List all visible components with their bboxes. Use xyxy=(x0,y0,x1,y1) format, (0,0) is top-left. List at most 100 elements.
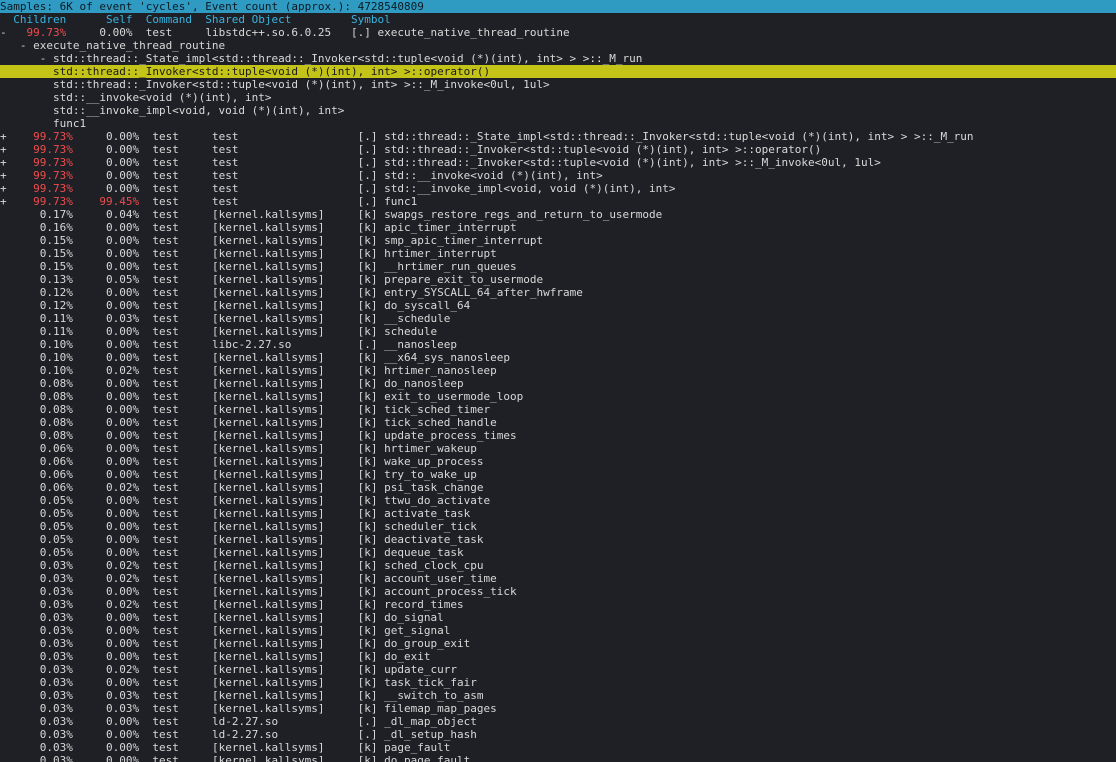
symbol: [k] prepare_exit_to_usermode xyxy=(357,273,544,286)
column-header: Children Self Command Shared Object Symb… xyxy=(0,13,391,26)
symbol-row[interactable]: 0.03% 0.00% test [kernel.kallsyms] [k] d… xyxy=(0,650,1116,663)
symbol-row[interactable]: 0.06% 0.00% test [kernel.kallsyms] [k] w… xyxy=(0,455,1116,468)
symbol-row[interactable]: 0.05% 0.00% test [kernel.kallsyms] [k] t… xyxy=(0,494,1116,507)
expand-marker xyxy=(0,533,13,546)
shared-object: [kernel.kallsyms] xyxy=(211,637,358,650)
command: test xyxy=(139,351,212,364)
self-percent: 0.00% xyxy=(72,741,140,754)
symbol-row[interactable]: 0.06% 0.00% test [kernel.kallsyms] [k] h… xyxy=(0,442,1116,455)
symbol-row[interactable]: 0.03% 0.03% test [kernel.kallsyms] [k] f… xyxy=(0,702,1116,715)
symbol-row[interactable]: 0.12% 0.00% test [kernel.kallsyms] [k] d… xyxy=(0,299,1116,312)
symbol-row[interactable]: 0.08% 0.00% test [kernel.kallsyms] [k] u… xyxy=(0,429,1116,442)
call-tree-line[interactable]: std::__invoke_impl<void, void (*)(int), … xyxy=(0,104,1116,117)
command: test xyxy=(139,208,212,221)
symbol-row[interactable]: 0.08% 0.00% test [kernel.kallsyms] [k] t… xyxy=(0,416,1116,429)
expand-marker xyxy=(0,416,13,429)
symbol: [.] std::thread::_State_impl<std::thread… xyxy=(357,130,974,143)
self-percent: 0.00% xyxy=(72,325,140,338)
shared-object: [kernel.kallsyms] xyxy=(211,312,358,325)
self-percent: 0.00% xyxy=(72,221,140,234)
symbol-row[interactable]: 0.05% 0.00% test [kernel.kallsyms] [k] s… xyxy=(0,520,1116,533)
call-tree-line-selected[interactable]: std::thread::_Invoker<std::tuple<void (*… xyxy=(0,65,1116,78)
symbol-row[interactable]: 0.13% 0.05% test [kernel.kallsyms] [k] p… xyxy=(0,273,1116,286)
expand-marker xyxy=(0,377,13,390)
expand-marker: - xyxy=(0,26,27,39)
symbol: [k] wake_up_process xyxy=(357,455,484,468)
symbol-row[interactable]: 0.03% 0.00% test ld-2.27.so [.] _dl_setu… xyxy=(0,728,1116,741)
call-tree-line[interactable]: std::thread::_Invoker<std::tuple<void (*… xyxy=(0,78,1116,91)
symbol-row[interactable]: 0.03% 0.03% test [kernel.kallsyms] [k] _… xyxy=(0,689,1116,702)
symbol-row[interactable]: 0.06% 0.02% test [kernel.kallsyms] [k] p… xyxy=(0,481,1116,494)
command: test xyxy=(139,377,212,390)
shared-object: [kernel.kallsyms] xyxy=(211,598,358,611)
shared-object: test xyxy=(211,143,358,156)
children-percent: 99.73% xyxy=(13,130,73,143)
symbol-row[interactable]: + 99.73% 0.00% test test [.] std::thread… xyxy=(0,156,1116,169)
symbol: [.] func1 xyxy=(357,195,418,208)
symbol-row[interactable]: 0.03% 0.02% test [kernel.kallsyms] [k] u… xyxy=(0,663,1116,676)
shared-object: [kernel.kallsyms] xyxy=(211,507,358,520)
children-percent: 0.03% xyxy=(13,689,73,702)
call-tree-line[interactable]: - 99.73% 0.00% test libstdc++.so.6.0.25 … xyxy=(0,26,1116,39)
symbol-row[interactable]: 0.15% 0.00% test [kernel.kallsyms] [k] s… xyxy=(0,234,1116,247)
symbol-row[interactable]: 0.03% 0.00% test [kernel.kallsyms] [k] a… xyxy=(0,585,1116,598)
symbol-row[interactable]: 0.12% 0.00% test [kernel.kallsyms] [k] e… xyxy=(0,286,1116,299)
children-percent: 0.03% xyxy=(13,650,73,663)
symbol: [k] record_times xyxy=(357,598,464,611)
symbol-row[interactable]: 0.10% 0.00% test [kernel.kallsyms] [k] _… xyxy=(0,351,1116,364)
symbol: [.] _dl_setup_hash xyxy=(357,728,477,741)
symbol-row[interactable]: 0.03% 0.00% test [kernel.kallsyms] [k] d… xyxy=(0,637,1116,650)
symbol-row[interactable]: 0.03% 0.02% test [kernel.kallsyms] [k] a… xyxy=(0,572,1116,585)
call-tree-line[interactable]: - std::thread::_State_impl<std::thread::… xyxy=(0,52,1116,65)
symbol-row[interactable]: 0.03% 0.00% test [kernel.kallsyms] [k] p… xyxy=(0,741,1116,754)
symbol-row[interactable]: 0.15% 0.00% test [kernel.kallsyms] [k] h… xyxy=(0,247,1116,260)
symbol-row[interactable]: 0.11% 0.00% test [kernel.kallsyms] [k] s… xyxy=(0,325,1116,338)
symbol-row[interactable]: 0.03% 0.00% test [kernel.kallsyms] [k] g… xyxy=(0,624,1116,637)
symbol-row[interactable]: + 99.73% 0.00% test test [.] std::__invo… xyxy=(0,182,1116,195)
self-percent: 0.00% xyxy=(72,676,140,689)
symbol-row[interactable]: 0.16% 0.00% test [kernel.kallsyms] [k] a… xyxy=(0,221,1116,234)
symbol-row[interactable]: 0.03% 0.00% test [kernel.kallsyms] [k] d… xyxy=(0,611,1116,624)
symbol-row[interactable]: + 99.73% 99.45% test test [.] func1 xyxy=(0,195,1116,208)
symbol-row[interactable]: 0.03% 0.00% test [kernel.kallsyms] [k] t… xyxy=(0,676,1116,689)
symbol: [k] tick_sched_timer xyxy=(357,403,491,416)
symbol-row[interactable]: + 99.73% 0.00% test test [.] std::__invo… xyxy=(0,169,1116,182)
call-tree-line[interactable]: std::__invoke<void (*)(int), int> xyxy=(0,91,1116,104)
self-percent: 0.00% xyxy=(72,143,140,156)
symbol-row[interactable]: + 99.73% 0.00% test test [.] std::thread… xyxy=(0,143,1116,156)
symbol-row[interactable]: 0.05% 0.00% test [kernel.kallsyms] [k] d… xyxy=(0,533,1116,546)
command: test xyxy=(139,520,212,533)
symbol-row[interactable]: 0.03% 0.00% test [kernel.kallsyms] [k] d… xyxy=(0,754,1116,762)
command: test xyxy=(139,624,212,637)
command: test xyxy=(139,611,212,624)
symbol-row[interactable]: 0.17% 0.04% test [kernel.kallsyms] [k] s… xyxy=(0,208,1116,221)
symbol-row[interactable]: + 99.73% 0.00% test test [.] std::thread… xyxy=(0,130,1116,143)
symbol-row[interactable]: 0.06% 0.00% test [kernel.kallsyms] [k] t… xyxy=(0,468,1116,481)
self-percent: 0.02% xyxy=(72,572,140,585)
children-percent: 0.03% xyxy=(13,559,73,572)
self-percent: 0.00% xyxy=(72,520,140,533)
symbol: [k] filemap_map_pages xyxy=(357,702,497,715)
expand-marker: + xyxy=(0,143,14,156)
symbol-row[interactable]: 0.08% 0.00% test [kernel.kallsyms] [k] t… xyxy=(0,403,1116,416)
symbol-row[interactable]: 0.03% 0.02% test [kernel.kallsyms] [k] s… xyxy=(0,559,1116,572)
expand-marker xyxy=(0,546,13,559)
symbol-row[interactable]: 0.03% 0.00% test ld-2.27.so [.] _dl_map_… xyxy=(0,715,1116,728)
symbol-row[interactable]: 0.05% 0.00% test [kernel.kallsyms] [k] a… xyxy=(0,507,1116,520)
symbol-row[interactable]: 0.08% 0.00% test [kernel.kallsyms] [k] e… xyxy=(0,390,1116,403)
symbol-row[interactable]: 0.11% 0.03% test [kernel.kallsyms] [k] _… xyxy=(0,312,1116,325)
symbol-row[interactable]: 0.05% 0.00% test [kernel.kallsyms] [k] d… xyxy=(0,546,1116,559)
symbol-row[interactable]: 0.10% 0.00% test libc-2.27.so [.] __nano… xyxy=(0,338,1116,351)
command: test xyxy=(139,741,212,754)
call-tree-line[interactable]: - execute_native_thread_routine xyxy=(0,39,1116,52)
self-percent: 0.00% xyxy=(72,715,140,728)
self-percent: 0.00% xyxy=(72,611,140,624)
symbol-row[interactable]: 0.08% 0.00% test [kernel.kallsyms] [k] d… xyxy=(0,377,1116,390)
symbol-row[interactable]: 0.10% 0.02% test [kernel.kallsyms] [k] h… xyxy=(0,364,1116,377)
symbol-row[interactable]: 0.15% 0.00% test [kernel.kallsyms] [k] _… xyxy=(0,260,1116,273)
symbol: [k] do_syscall_64 xyxy=(357,299,471,312)
call-tree-line[interactable]: func1 xyxy=(0,117,1116,130)
self-percent: 0.00% xyxy=(72,533,140,546)
symbol-row[interactable]: 0.03% 0.02% test [kernel.kallsyms] [k] r… xyxy=(0,598,1116,611)
expand-marker xyxy=(0,689,13,702)
